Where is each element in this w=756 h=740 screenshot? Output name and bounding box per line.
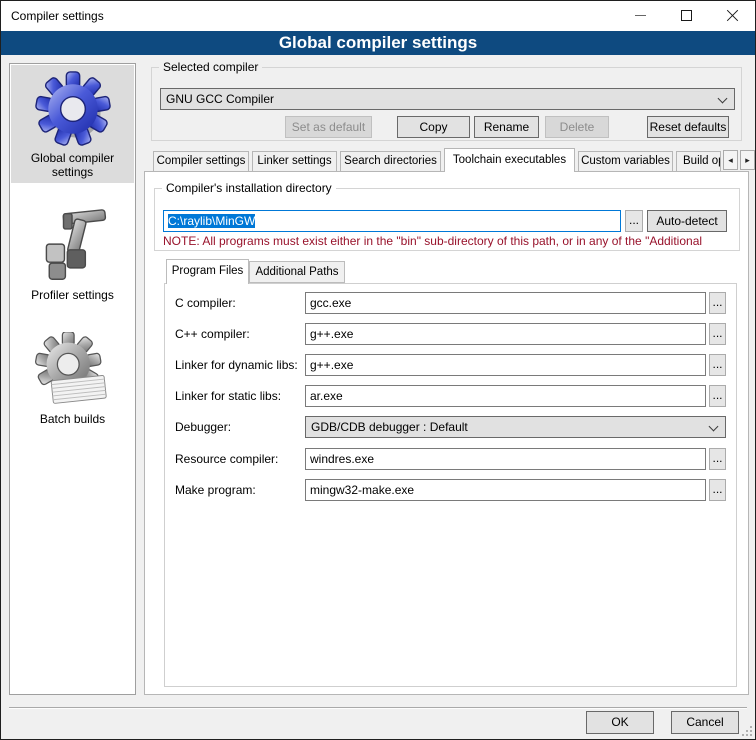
linker-static-input[interactable]: ar.exe [305,385,706,407]
resize-grip[interactable] [742,726,752,736]
c-compiler-label: C compiler: [175,292,236,314]
copy-button[interactable]: Copy [397,116,470,138]
close-icon [726,9,739,22]
rename-button[interactable]: Rename [474,116,539,138]
minimize-button[interactable] [617,1,663,30]
gear-blue-icon [35,71,111,147]
close-button[interactable] [709,1,755,30]
tab-linker-settings[interactable]: Linker settings [252,151,337,172]
arrow-left-icon: ◂ [728,155,733,165]
toolchain-executables-page: Compiler's installation directory C:\ray… [144,171,749,695]
delete-button[interactable]: Delete [545,116,609,138]
make-program-browse-button[interactable]: ... [709,479,726,501]
debugger-select[interactable]: GDB/CDB debugger : Default [305,416,726,438]
sidebar-item-global-compiler-settings[interactable]: Global compiler settings [11,65,134,183]
reset-defaults-button[interactable]: Reset defaults [647,116,729,138]
cpp-compiler-browse-button[interactable]: ... [709,323,726,345]
auto-detect-button[interactable]: Auto-detect [647,210,727,232]
footer-separator [9,707,747,709]
linker-dynamic-label: Linker for dynamic libs: [175,354,298,376]
tab-custom-variables[interactable]: Custom variables [578,151,673,172]
make-program-label: Make program: [175,479,256,501]
subtab-additional-paths[interactable]: Additional Paths [249,261,345,283]
tab-search-directories[interactable]: Search directories [340,151,441,172]
page-title: Global compiler settings [1,31,755,55]
linker-static-browse-button[interactable]: ... [709,385,726,407]
c-compiler-input[interactable]: gcc.exe [305,292,706,314]
debugger-label: Debugger: [175,416,231,438]
tab-toolchain-executables[interactable]: Toolchain executables [444,148,575,172]
linker-dynamic-input[interactable]: g++.exe [305,354,706,376]
settings-category-list: Global compiler settings Profiler [9,63,136,695]
cancel-button[interactable]: Cancel [671,711,739,734]
resource-compiler-input[interactable]: windres.exe [305,448,706,470]
subtab-program-files[interactable]: Program Files [166,259,249,284]
sidebar-item-label: Profiler settings [31,288,114,302]
cpp-compiler-input[interactable]: g++.exe [305,323,706,345]
tab-build-options[interactable]: Build options [676,151,721,172]
debugger-select-value: GDB/CDB debugger : Default [311,420,468,434]
resource-compiler-browse-button[interactable]: ... [709,448,726,470]
maximize-button[interactable] [663,1,709,30]
maximize-icon [681,10,692,21]
selected-compiler-group: Selected compiler GNU GCC Compiler Set a… [151,67,742,141]
ok-button[interactable]: OK [586,711,654,734]
note-text: NOTE: All programs must exist either in … [163,234,737,248]
make-program-input[interactable]: mingw32-make.exe [305,479,706,501]
set-as-default-button[interactable]: Set as default [285,116,372,138]
program-files-panel: C compiler: gcc.exe ... C++ compiler: g+… [164,283,737,687]
compiler-select[interactable]: GNU GCC Compiler [160,88,735,110]
tab-scroll-left-button[interactable]: ◂ [723,150,738,170]
linker-dynamic-browse-button[interactable]: ... [709,354,726,376]
sidebar-item-profiler-settings[interactable]: Profiler settings [11,188,134,306]
installation-directory-value: C:\raylib\MinGW [168,214,255,228]
installation-directory-input[interactable]: C:\raylib\MinGW [163,210,621,232]
browse-directory-button[interactable]: ... [625,210,643,232]
gear-stack-icon [35,332,111,408]
minimize-icon [635,15,646,16]
chevron-down-icon [718,94,728,104]
c-compiler-browse-button[interactable]: ... [709,292,726,314]
sidebar-item-label: Global compiler settings [11,151,134,179]
tab-compiler-settings[interactable]: Compiler settings [153,151,249,172]
arrow-right-icon: ▸ [745,155,750,165]
selected-compiler-group-label: Selected compiler [159,60,262,74]
window-title: Compiler settings [11,1,104,31]
sidebar-item-label: Batch builds [40,412,105,426]
sidebar-item-batch-builds[interactable]: Batch builds [11,312,134,430]
caliper-icon [35,208,111,284]
cpp-compiler-label: C++ compiler: [175,323,250,345]
titlebar[interactable]: Compiler settings [1,1,755,31]
tab-scroll-right-button[interactable]: ▸ [740,150,755,170]
chevron-down-icon [709,422,719,432]
installation-directory-group-label: Compiler's installation directory [162,181,336,195]
installation-directory-group: Compiler's installation directory C:\ray… [154,188,740,251]
linker-static-label: Linker for static libs: [175,385,281,407]
compiler-select-value: GNU GCC Compiler [166,92,274,106]
compiler-settings-dialog: Compiler settings Global compiler settin… [0,0,756,740]
resource-compiler-label: Resource compiler: [175,448,278,470]
